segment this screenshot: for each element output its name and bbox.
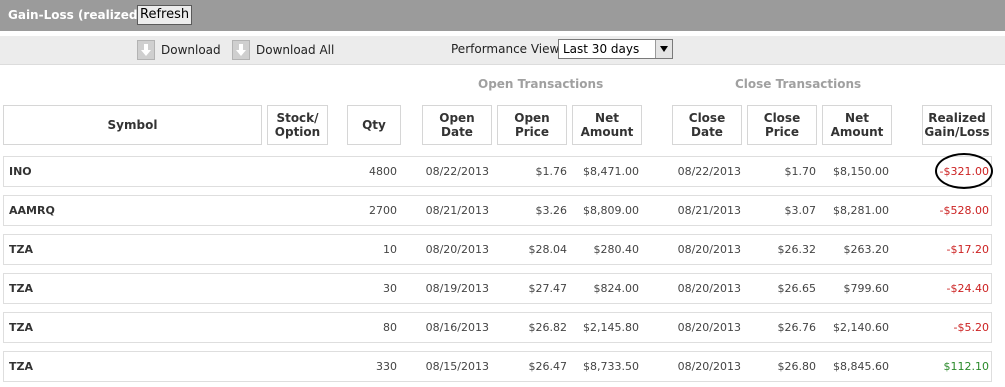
- cell-qty: 10: [383, 243, 397, 256]
- download-label: Download: [161, 43, 221, 57]
- table-row[interactable]: TZA 10 08/20/2013 $28.04 $280.40 08/20/2…: [3, 234, 992, 265]
- download-all-icon: [232, 40, 250, 60]
- cell-realized: $112.10: [943, 360, 990, 373]
- cell-close-net: $8,845.60: [833, 360, 889, 373]
- refresh-button[interactable]: Refresh: [137, 5, 193, 25]
- header-close-net-amount[interactable]: Net Amount: [822, 105, 892, 145]
- cell-symbol: INO: [9, 165, 32, 178]
- table-row[interactable]: AAMRQ 2700 08/21/2013 $3.26 $8,809.00 08…: [3, 195, 992, 226]
- chevron-down-icon[interactable]: [655, 40, 672, 58]
- cell-open-net: $824.00: [593, 282, 640, 295]
- cell-qty: 330: [376, 360, 397, 373]
- cell-realized: -$5.20: [953, 321, 989, 334]
- cell-open-price: $27.47: [528, 282, 568, 295]
- cell-open-price: $28.04: [528, 243, 568, 256]
- cell-open-price: $3.26: [535, 204, 568, 217]
- cell-close-date: 08/21/2013: [677, 204, 741, 217]
- cell-symbol: TZA: [9, 282, 33, 295]
- cell-close-date: 08/20/2013: [677, 282, 741, 295]
- cell-symbol: AAMRQ: [9, 204, 55, 217]
- header-open-price[interactable]: Open Price: [497, 105, 567, 145]
- close-transactions-label: Close Transactions: [735, 77, 862, 91]
- download-all-label: Download All: [256, 43, 335, 57]
- header-close-price[interactable]: Close Price: [747, 105, 817, 145]
- cell-close-price: $26.32: [777, 243, 817, 256]
- header-close-date[interactable]: Close Date: [672, 105, 742, 145]
- header-qty[interactable]: Qty: [347, 105, 401, 145]
- header-open-date[interactable]: Open Date: [422, 105, 492, 145]
- cell-open-date: 08/19/2013: [425, 282, 489, 295]
- download-icon: [137, 40, 155, 60]
- cell-open-date: 08/20/2013: [425, 243, 489, 256]
- header-open-net-amount[interactable]: Net Amount: [572, 105, 642, 145]
- cell-realized: -$528.00: [939, 204, 989, 217]
- performance-view-select[interactable]: Last 30 days: [558, 39, 673, 59]
- cell-close-date: 08/20/2013: [677, 243, 741, 256]
- cell-close-net: $8,150.00: [833, 165, 889, 178]
- open-transactions-label: Open Transactions: [478, 77, 604, 91]
- cell-open-date: 08/21/2013: [425, 204, 489, 217]
- cell-realized: -$24.40: [946, 282, 989, 295]
- cell-open-net: $8,471.00: [583, 165, 639, 178]
- header-realized-gain-loss[interactable]: Realized Gain/Loss: [922, 105, 992, 145]
- cell-close-net: $2,140.60: [833, 321, 889, 334]
- cell-qty: 30: [383, 282, 397, 295]
- cell-open-net: $2,145.80: [583, 321, 639, 334]
- cell-close-net: $799.60: [843, 282, 890, 295]
- cell-close-price: $1.70: [784, 165, 817, 178]
- table-row[interactable]: TZA 80 08/16/2013 $26.82 $2,145.80 08/20…: [3, 312, 992, 343]
- download-all-button[interactable]: Download All: [232, 39, 334, 61]
- cell-realized: -$17.20: [946, 243, 989, 256]
- cell-close-price: $3.07: [784, 204, 817, 217]
- cell-close-net: $8,281.00: [833, 204, 889, 217]
- cell-open-price: $26.82: [528, 321, 568, 334]
- cell-open-price: $26.47: [528, 360, 568, 373]
- header-stock-option[interactable]: Stock/ Option: [267, 105, 328, 145]
- cell-close-date: 08/20/2013: [677, 360, 741, 373]
- cell-symbol: TZA: [9, 321, 33, 334]
- table-row[interactable]: INO 4800 08/22/2013 $1.76 $8,471.00 08/2…: [3, 156, 992, 187]
- cell-open-date: 08/16/2013: [425, 321, 489, 334]
- performance-view-label: Performance View: [451, 42, 560, 56]
- cell-symbol: TZA: [9, 360, 33, 373]
- cell-open-net: $8,733.50: [583, 360, 639, 373]
- header-symbol[interactable]: Symbol: [3, 105, 262, 145]
- cell-close-date: 08/22/2013: [677, 165, 741, 178]
- cell-symbol: TZA: [9, 243, 33, 256]
- cell-open-net: $8,809.00: [583, 204, 639, 217]
- title-bar: Gain-Loss (realized) Refresh: [0, 0, 1005, 31]
- performance-view-value: Last 30 days: [563, 42, 640, 56]
- table-row[interactable]: TZA 330 08/15/2013 $26.47 $8,733.50 08/2…: [3, 351, 992, 382]
- cell-close-price: $26.76: [777, 321, 817, 334]
- cell-close-date: 08/20/2013: [677, 321, 741, 334]
- table-row[interactable]: TZA 30 08/19/2013 $27.47 $824.00 08/20/2…: [3, 273, 992, 304]
- cell-qty: 4800: [369, 165, 397, 178]
- cell-realized: -$321.00: [939, 165, 989, 178]
- cell-open-date: 08/22/2013: [425, 165, 489, 178]
- cell-qty: 80: [383, 321, 397, 334]
- page-title: Gain-Loss (realized): [8, 8, 143, 22]
- cell-close-price: $26.65: [777, 282, 817, 295]
- cell-open-price: $1.76: [535, 165, 568, 178]
- cell-qty: 2700: [369, 204, 397, 217]
- cell-open-net: $280.40: [593, 243, 640, 256]
- cell-open-date: 08/15/2013: [425, 360, 489, 373]
- cell-close-price: $26.80: [777, 360, 817, 373]
- download-button[interactable]: Download: [137, 39, 221, 61]
- cell-close-net: $263.20: [843, 243, 890, 256]
